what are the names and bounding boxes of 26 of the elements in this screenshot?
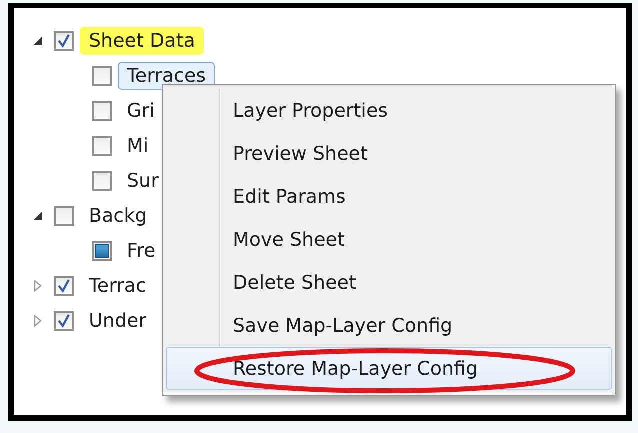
- expanded-arrow-icon[interactable]: [32, 210, 44, 222]
- tree-item[interactable]: Gri: [118, 96, 164, 124]
- menu-item[interactable]: Layer Properties: [166, 90, 612, 133]
- collapsed-arrow-icon[interactable]: [32, 314, 44, 326]
- checkbox[interactable]: [92, 136, 112, 156]
- collapsed-arrow-icon[interactable]: [32, 280, 44, 292]
- checkbox[interactable]: [92, 170, 112, 190]
- menu-item[interactable]: Preview Sheet: [166, 132, 612, 176]
- menu-item[interactable]: Edit Params: [166, 176, 612, 219]
- tree-item[interactable]: Mi: [118, 132, 158, 160]
- checkbox[interactable]: [54, 30, 74, 50]
- checkbox[interactable]: [92, 66, 112, 86]
- checkbox[interactable]: [54, 206, 74, 226]
- menu-item[interactable]: Save Map-Layer Config: [166, 304, 612, 348]
- checkbox[interactable]: [54, 276, 74, 296]
- tree-item[interactable]: Terraces: [118, 62, 216, 90]
- menu-item[interactable]: Move Sheet: [166, 218, 612, 262]
- tree-item[interactable]: Backg: [80, 202, 156, 230]
- tree-item[interactable]: Terrac: [80, 272, 156, 300]
- menu-item[interactable]: Delete Sheet: [166, 261, 612, 304]
- checkbox[interactable]: [54, 310, 74, 330]
- tree-item[interactable]: Sheet Data: [80, 26, 204, 54]
- tree-item[interactable]: Under: [80, 306, 156, 334]
- expanded-arrow-icon[interactable]: [32, 34, 44, 46]
- checkbox[interactable]: [92, 100, 112, 120]
- tree-item[interactable]: Fre: [118, 236, 165, 264]
